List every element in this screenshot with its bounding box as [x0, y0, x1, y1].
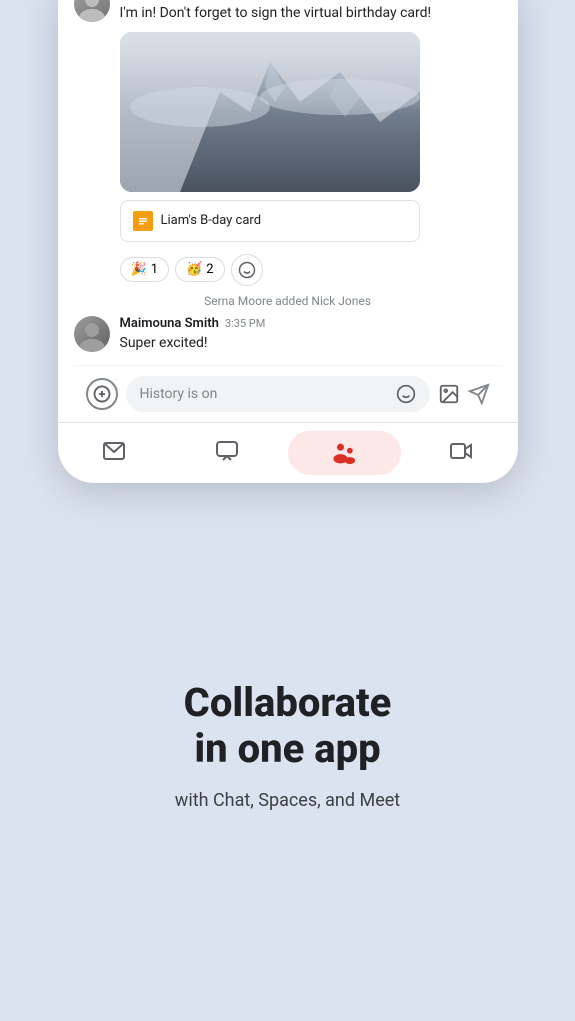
input-bar: History is on — [74, 365, 502, 422]
message-text: I'm in! Don't forget to sign the virtual… — [120, 4, 502, 24]
message-text-2: Super excited! — [120, 334, 502, 354]
bottom-nav — [58, 422, 518, 483]
meet-icon — [449, 439, 473, 463]
sender-name: Ethan Booker — [120, 0, 198, 1]
message-row: Ethan Booker 3:27 PM I'm in! Don't forge… — [74, 0, 502, 242]
message-header: Ethan Booker 3:27 PM — [120, 0, 502, 1]
reaction-emoji-2: 🥳 — [186, 262, 202, 277]
reaction-count-1: 1 — [151, 262, 158, 277]
reactions-row: 🎉 1 🥳 2 — [120, 254, 502, 286]
message-content-2: Maimouna Smith 3:35 PM Super excited! — [120, 316, 502, 354]
nav-item-mail[interactable] — [58, 431, 171, 475]
message-header-2: Maimouna Smith 3:35 PM — [120, 316, 502, 331]
emoji-button[interactable] — [396, 384, 416, 404]
mail-icon — [102, 439, 126, 463]
message-input-field[interactable]: History is on — [126, 376, 430, 412]
avatar-maimouna — [74, 316, 110, 352]
send-button[interactable] — [468, 383, 490, 405]
input-placeholder: History is on — [140, 386, 218, 402]
file-card[interactable]: Liam's B-day card — [120, 200, 420, 242]
image-button[interactable] — [438, 383, 460, 405]
system-message: Serna Moore added Nick Jones — [74, 294, 502, 308]
avatar — [74, 0, 110, 22]
file-icon — [133, 211, 153, 231]
input-actions — [396, 384, 416, 404]
reaction-emoji-1: 🎉 — [131, 262, 147, 277]
headline: Collaboratein one app — [32, 680, 543, 772]
message-content: Ethan Booker 3:27 PM I'm in! Don't forge… — [120, 0, 502, 242]
subheadline: with Chat, Spaces, and Meet — [32, 788, 543, 813]
add-reaction-button[interactable] — [231, 254, 263, 286]
message-image — [120, 32, 420, 192]
message-time-2: 3:35 PM — [225, 317, 265, 330]
message-row-2: Maimouna Smith 3:35 PM Super excited! — [74, 316, 502, 354]
reaction-count-2: 2 — [206, 262, 213, 277]
nav-item-spaces[interactable] — [288, 431, 401, 475]
reaction-pill-1[interactable]: 🎉 1 — [120, 257, 170, 282]
nav-item-chat[interactable] — [171, 431, 284, 475]
file-name: Liam's B-day card — [161, 213, 262, 228]
add-button[interactable] — [86, 378, 118, 410]
reaction-pill-2[interactable]: 🥳 2 — [175, 257, 225, 282]
marketing-section: Collaboratein one app with Chat, Spaces,… — [0, 640, 575, 853]
chat-area: Ethan Booker 3:27 PM I'm in! Don't forge… — [58, 0, 518, 422]
chat-icon — [215, 439, 239, 463]
nav-item-meet[interactable] — [405, 431, 518, 475]
spaces-icon — [330, 439, 358, 467]
sender-name-2: Maimouna Smith — [120, 316, 219, 331]
phone-mockup: Ethan Booker 3:27 PM I'm in! Don't forge… — [58, 0, 518, 483]
